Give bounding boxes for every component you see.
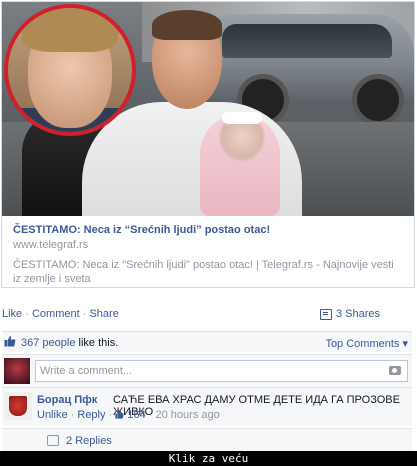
likers-link[interactable]: 367 people [21, 337, 75, 349]
reply-icon [47, 435, 59, 446]
inset-portrait [4, 4, 136, 136]
camera-icon[interactable] [389, 366, 401, 375]
avatar[interactable] [4, 358, 30, 384]
separator: · [82, 308, 87, 320]
commenter-avatar[interactable] [4, 392, 32, 420]
link-url: www.telegraf.rs [13, 239, 89, 251]
replies-link[interactable]: 2 Replies [66, 435, 112, 447]
comment-time[interactable]: 20 hours ago [156, 409, 220, 421]
comment-link[interactable]: Comment [32, 308, 80, 320]
comment-item: Борац Пфк САЋЕ ЕВА ХРАС ДАМУ ОТМЕ ДЕТЕ И… [2, 387, 412, 426]
replies-row[interactable]: 2 Replies [2, 428, 412, 452]
share-link[interactable]: Share [89, 308, 118, 320]
comment-like-count[interactable]: 164 [127, 409, 145, 421]
like-link[interactable]: Like [2, 308, 22, 320]
enlarge-caption[interactable]: Klik za veću [0, 451, 417, 466]
link-description: ČESTITAMO: Neca iz "Srećnih ljudi" posta… [13, 259, 394, 285]
reply-link[interactable]: Reply [77, 409, 105, 421]
likes-summary: 367 people like this. Top Comments ▾ [2, 331, 412, 352]
facebook-post: ČESTITAMO: Neca iz “Srećnih ljudi” posta… [0, 0, 417, 452]
unlike-link[interactable]: Unlike [37, 409, 68, 421]
separator: · [25, 308, 29, 320]
post-actions: Like · Comment · Share [2, 308, 119, 320]
top-comments-dropdown[interactable]: Top Comments ▾ [325, 337, 408, 350]
shares-count: 3 Shares [336, 308, 381, 320]
preview-photo[interactable] [2, 2, 414, 216]
comment-placeholder: Write a comment... [40, 365, 133, 377]
comment-composer: Write a comment... [2, 354, 412, 387]
comment-author[interactable]: Борац Пфк [37, 394, 97, 406]
thumbs-up-icon [115, 410, 124, 419]
comment-input[interactable]: Write a comment... [35, 360, 408, 382]
link-title[interactable]: ČESTITAMO: Neca iz “Srećnih ljudi” posta… [13, 224, 270, 236]
thumbs-up-icon [4, 335, 16, 347]
shares-link[interactable]: 3 Shares [320, 308, 380, 320]
likes-suffix: like this. [75, 337, 119, 349]
link-preview-card[interactable]: ČESTITAMO: Neca iz “Srećnih ljudi” posta… [1, 1, 415, 288]
share-icon [320, 308, 332, 320]
comment-meta: Unlike · Reply · 164 · 20 hours ago [37, 409, 220, 421]
